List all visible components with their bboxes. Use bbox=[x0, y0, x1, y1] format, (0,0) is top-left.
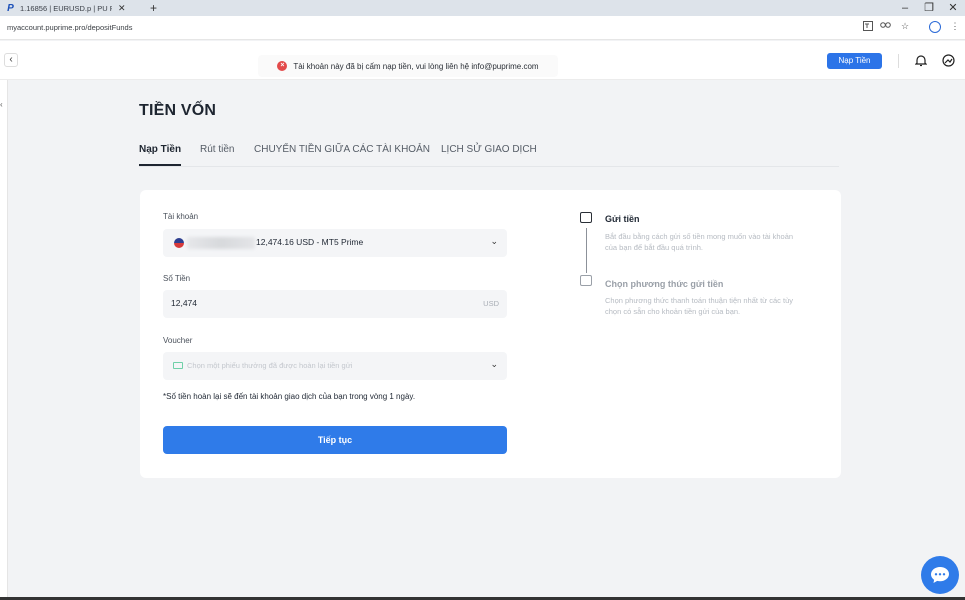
chevron-down-icon: ⌄ bbox=[490, 359, 498, 369]
account-value: 12,474.16 USD - MT5 Prime bbox=[256, 237, 364, 247]
chevron-down-icon: ⌄ bbox=[490, 236, 498, 246]
chat-bubble-icon bbox=[931, 567, 949, 583]
account-settings-icon[interactable] bbox=[941, 54, 955, 68]
account-label: Tài khoản bbox=[163, 212, 199, 221]
notification-bell-icon[interactable] bbox=[914, 54, 928, 68]
step-1-title: Gửi tiền bbox=[605, 214, 640, 224]
voucher-label: Voucher bbox=[163, 336, 193, 345]
profile-avatar-icon[interactable] bbox=[929, 21, 941, 33]
puprime-favicon-icon: P bbox=[7, 2, 14, 14]
browser-tab-bar: P 1.16856 | EURUSD.p | PU Prime ✕ + – ❐ … bbox=[0, 0, 965, 16]
window-close-button[interactable]: ✕ bbox=[946, 0, 960, 16]
amount-label: Số Tiền bbox=[163, 274, 191, 283]
rebate-note: *Số tiền hoàn lại sẽ đến tài khoản giao … bbox=[163, 392, 416, 401]
voucher-select[interactable]: Chọn một phiếu thưởng đã được hoàn lại t… bbox=[163, 352, 507, 380]
account-select[interactable]: 12,474.16 USD - MT5 Prime ⌄ bbox=[163, 229, 507, 257]
active-tab-indicator bbox=[139, 164, 181, 166]
currency-unit: USD bbox=[483, 299, 499, 308]
tab-close-icon[interactable]: ✕ bbox=[118, 3, 126, 14]
sidebar-caret-icon[interactable]: ‹ bbox=[0, 100, 3, 109]
alert-message: Tài khoản này đã bị cấm nạp tiền, vui lò… bbox=[293, 61, 539, 71]
bookmark-star-icon[interactable]: ☆ bbox=[898, 21, 912, 32]
sidebar-rail bbox=[0, 80, 8, 600]
tab-withdraw[interactable]: Rút tiền bbox=[200, 144, 234, 155]
address-bar[interactable]: myaccount.puprime.pro/depositFunds ☆ ⋮ bbox=[0, 16, 965, 40]
translate-icon[interactable] bbox=[861, 21, 875, 33]
voucher-ticket-icon bbox=[173, 362, 183, 369]
restore-button[interactable]: ❐ bbox=[922, 0, 936, 16]
tab-history[interactable]: LỊCH SỬ GIAO DỊCH bbox=[441, 144, 537, 155]
tab-transfer[interactable]: CHUYỂN TIỀN GIỮA CÁC TÀI KHOẢN bbox=[254, 144, 430, 155]
password-key-icon[interactable] bbox=[879, 21, 893, 31]
amount-input[interactable]: 12,474 USD bbox=[163, 290, 507, 318]
collapse-sidebar-button[interactable]: ‹ bbox=[4, 53, 18, 67]
url-text[interactable]: myaccount.puprime.pro/depositFunds bbox=[7, 23, 132, 32]
new-tab-button[interactable]: + bbox=[150, 0, 157, 16]
step-2-description: Chọn phương thức thanh toán thuận tiện n… bbox=[605, 296, 794, 316]
step-1-description: Bắt đầu bằng cách gửi số tiền mong muốn … bbox=[605, 232, 794, 252]
browser-tab-title: 1.16856 | EURUSD.p | PU Prime bbox=[20, 3, 112, 13]
payment-card-icon bbox=[580, 275, 592, 286]
browser-tab[interactable]: P 1.16856 | EURUSD.p | PU Prime ✕ bbox=[6, 0, 144, 16]
header-deposit-button[interactable]: Nạp Tiền bbox=[827, 53, 882, 69]
page-title: TIỀN VỐN bbox=[139, 102, 217, 119]
continue-button[interactable]: Tiếp tục bbox=[163, 426, 507, 454]
error-alert: × Tài khoản này đã bị cấm nạp tiền, vui … bbox=[258, 55, 558, 77]
amount-value: 12,474 bbox=[171, 298, 197, 308]
us-flag-icon bbox=[174, 238, 184, 248]
funds-tabs: Nạp Tiền Rút tiền CHUYỂN TIỀN GIỮA CÁC T… bbox=[139, 141, 839, 167]
blurred-account-number bbox=[187, 237, 255, 249]
step-2-title: Chọn phương thức gửi tiền bbox=[605, 279, 724, 289]
tab-deposit[interactable]: Nạp Tiền bbox=[139, 144, 181, 155]
browser-menu-icon[interactable]: ⋮ bbox=[948, 21, 962, 32]
minimize-button[interactable]: – bbox=[898, 0, 912, 16]
header-divider bbox=[898, 54, 899, 68]
live-chat-button[interactable] bbox=[921, 556, 959, 594]
wallet-icon bbox=[580, 212, 592, 223]
error-icon: × bbox=[277, 61, 288, 71]
step-connector bbox=[586, 228, 587, 273]
voucher-placeholder: Chọn một phiếu thưởng đã được hoàn lại t… bbox=[187, 361, 353, 370]
